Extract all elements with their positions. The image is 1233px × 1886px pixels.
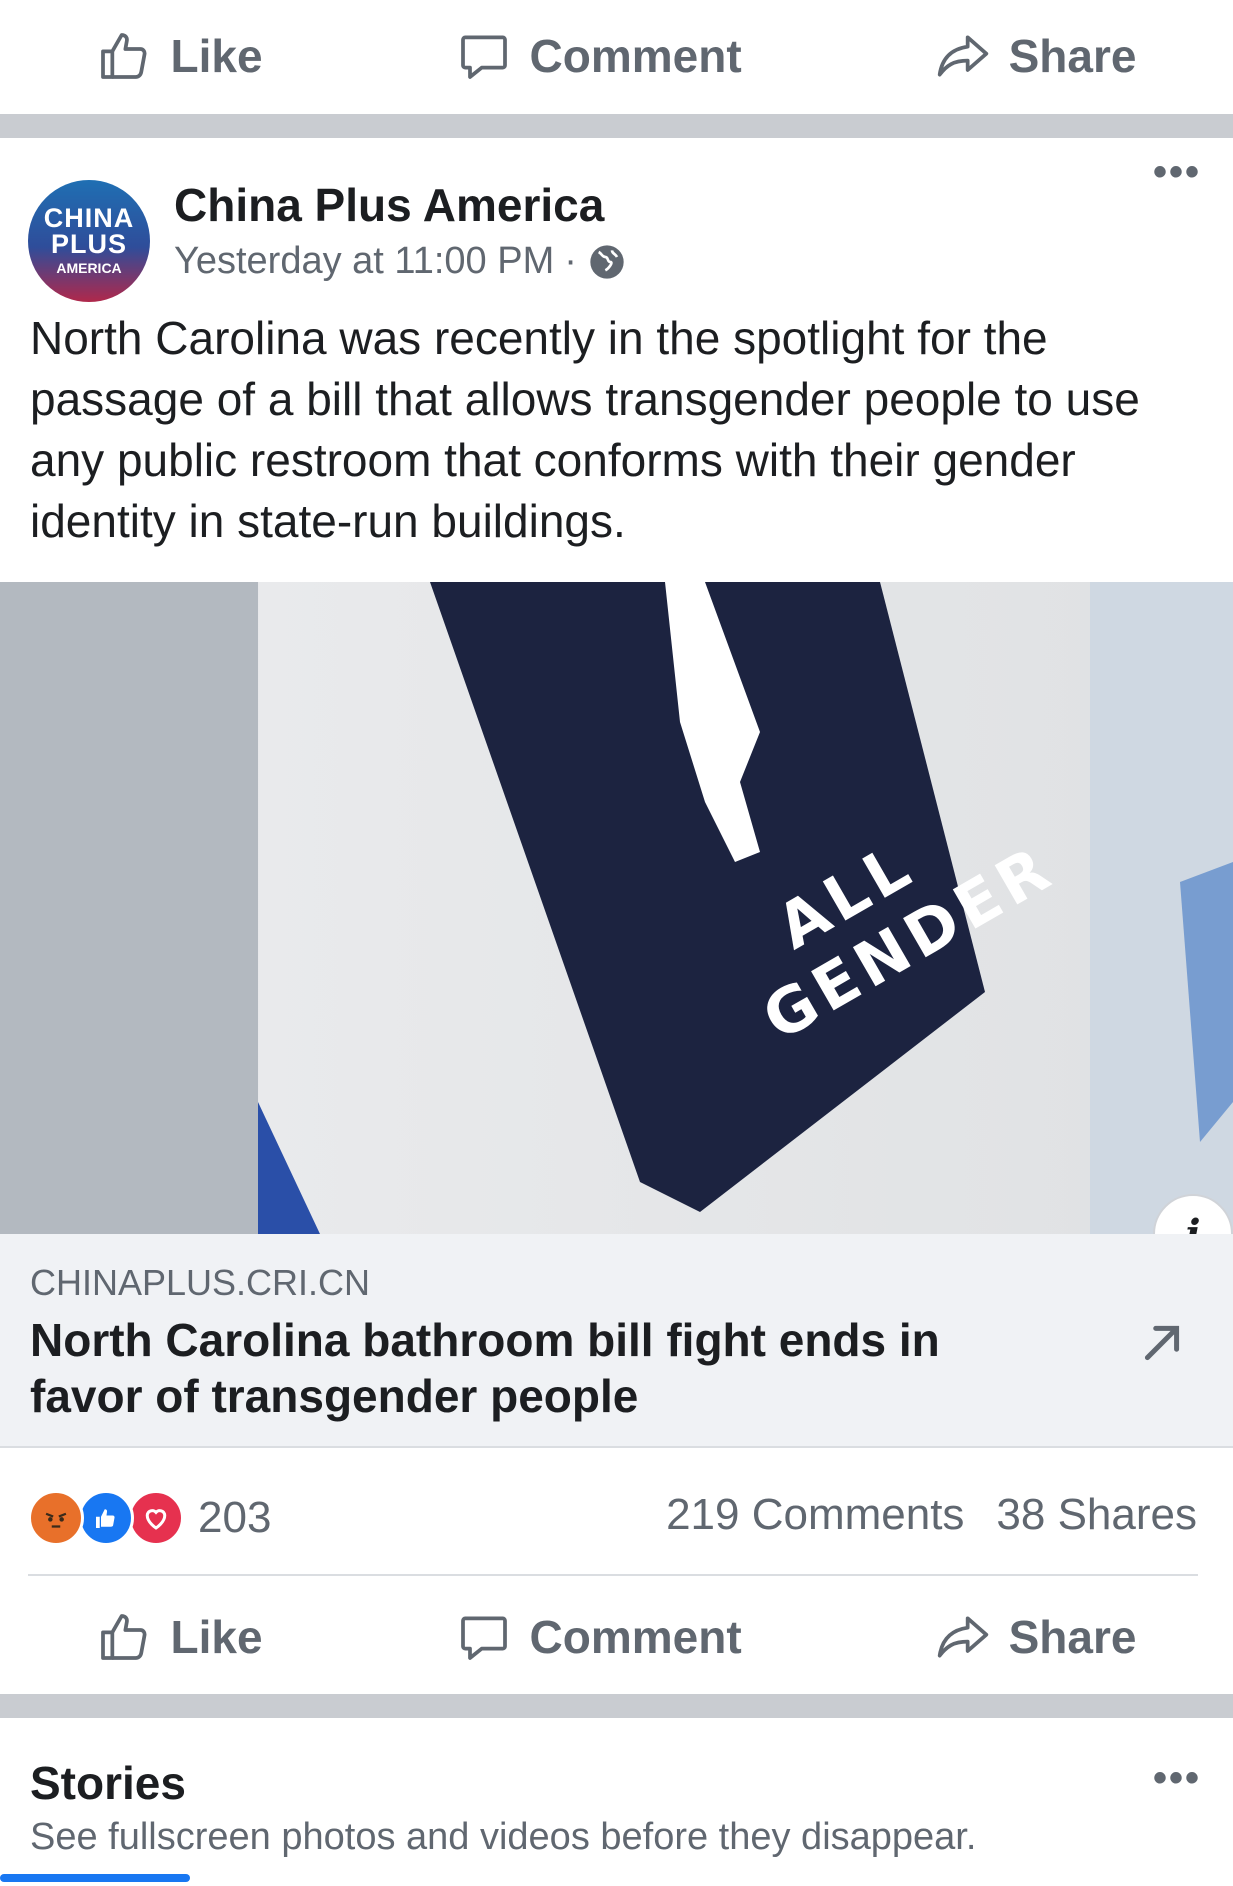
- top-action-bar: Like Comment Share: [0, 0, 1233, 112]
- post-like-button[interactable]: Like: [96, 1609, 263, 1665]
- share-label: Share: [1008, 30, 1137, 82]
- post-text: North Carolina was recently in the spotl…: [30, 312, 1140, 547]
- like-button[interactable]: Like: [96, 28, 263, 84]
- thumbs-up-icon: [101, 33, 147, 79]
- link-card[interactable]: CHINAPLUS.CRI.CN North Carolina bathroom…: [0, 1234, 1233, 1448]
- post-share-button[interactable]: Share: [935, 1609, 1137, 1665]
- avatar-line1: CHINA: [43, 203, 135, 233]
- stories-title: Stories: [30, 1757, 186, 1809]
- like-label: Like: [170, 30, 263, 82]
- share-arrow-icon: [937, 35, 988, 77]
- page-avatar[interactable]: CHINA PLUS AMERICA: [28, 180, 150, 302]
- stories-indicator: [0, 1874, 190, 1882]
- feed-divider: [0, 1694, 1233, 1718]
- post-time[interactable]: Yesterday at 11:00 PM: [174, 240, 554, 283]
- meta-separator: ·: [564, 240, 577, 282]
- reaction-count: 203: [198, 1493, 272, 1542]
- post-share-label: Share: [1008, 1611, 1137, 1663]
- link-title: North Carolina bathroom bill fight ends …: [30, 1314, 940, 1422]
- post-comment-button[interactable]: Comment: [456, 1609, 742, 1665]
- like-reaction-icon: [78, 1490, 134, 1546]
- avatar-line3: AMERICA: [56, 260, 122, 276]
- love-reaction-icon: [128, 1490, 184, 1546]
- shares-count[interactable]: 38 Shares: [996, 1490, 1197, 1540]
- comment-icon: [460, 35, 507, 79]
- post-action-bar: Like Comment Share: [0, 1582, 1233, 1692]
- thumbs-up-icon: [101, 1614, 147, 1660]
- post-comment-label: Comment: [529, 1611, 742, 1663]
- stories-options-button[interactable]: •••: [1153, 1756, 1201, 1801]
- share-arrow-icon: [937, 1616, 988, 1658]
- comments-count[interactable]: 219 Comments: [666, 1490, 964, 1540]
- page-name[interactable]: China Plus America: [174, 178, 604, 232]
- external-link-icon: [1144, 1325, 1180, 1361]
- link-preview-image[interactable]: [0, 582, 1233, 1234]
- avatar-line2: PLUS: [50, 229, 127, 259]
- all-gender-sign-image: [0, 582, 1233, 1234]
- engagement-counts: 219 Comments 38 Shares: [666, 1490, 1197, 1540]
- reactions-summary[interactable]: 203: [28, 1490, 271, 1546]
- comment-button[interactable]: Comment: [456, 28, 742, 84]
- post-like-label: Like: [170, 1611, 263, 1663]
- share-button[interactable]: Share: [935, 28, 1137, 84]
- comment-label: Comment: [529, 30, 742, 82]
- post-options-button[interactable]: •••: [1153, 150, 1201, 195]
- globe-icon: [590, 244, 624, 279]
- stories-subtitle: See fullscreen photos and videos before …: [30, 1816, 977, 1858]
- feed-divider: [0, 114, 1233, 138]
- link-domain: CHINAPLUS.CRI.CN: [30, 1262, 371, 1303]
- post-action-divider: [28, 1574, 1198, 1576]
- angry-reaction-icon: [28, 1490, 84, 1546]
- post-meta: Yesterday at 11:00 PM ·: [174, 240, 627, 283]
- comment-icon: [460, 1616, 507, 1660]
